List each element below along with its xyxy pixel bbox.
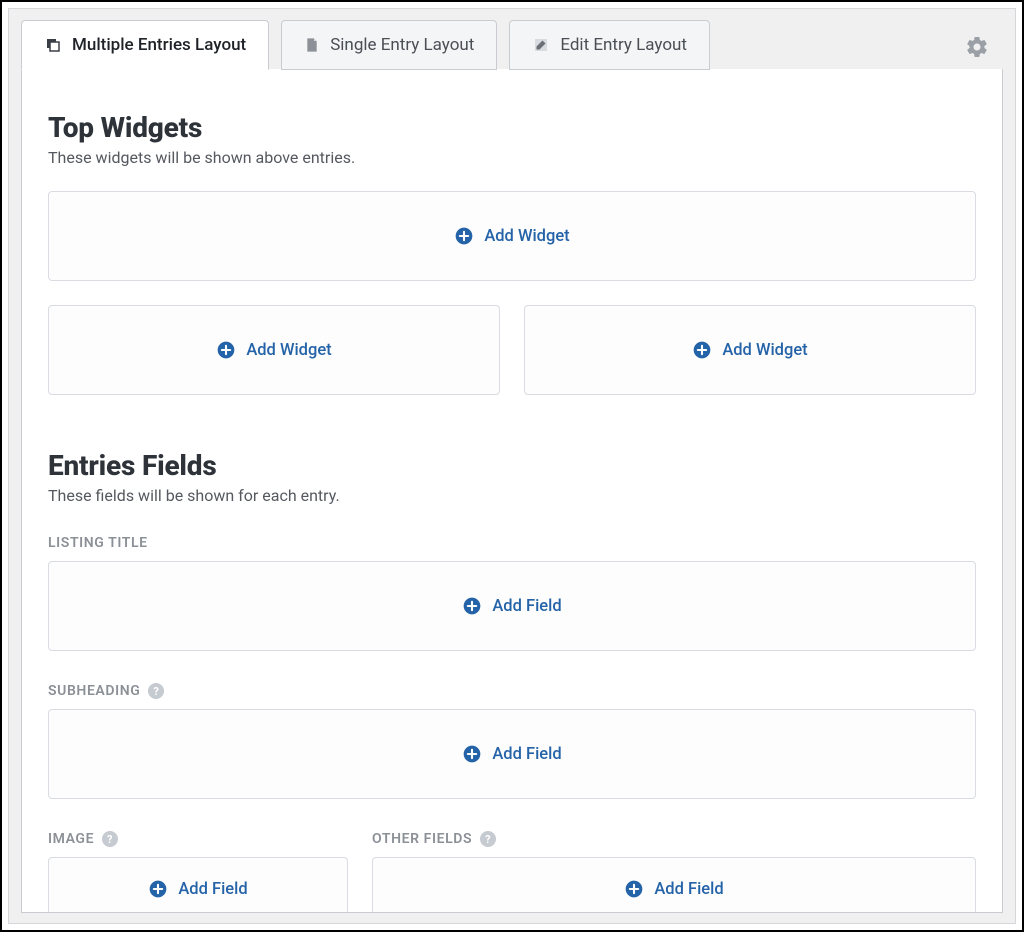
add-field-button[interactable]: Add Field	[462, 596, 561, 616]
plus-circle-icon	[462, 596, 482, 616]
plus-circle-icon	[624, 879, 644, 899]
layout-tabs: Multiple Entries Layout Single Entry Lay…	[9, 9, 1015, 69]
add-field-button[interactable]: Add Field	[624, 879, 723, 899]
listing-title-label: LISTING TITLE	[48, 535, 976, 551]
add-widget-label: Add Widget	[484, 227, 569, 246]
top-widgets-desc: These widgets will be shown above entrie…	[48, 148, 976, 167]
add-widget-button[interactable]: Add Widget	[454, 226, 569, 246]
help-icon[interactable]: ?	[480, 831, 496, 847]
add-widget-button[interactable]: Add Widget	[216, 340, 331, 360]
tab-label: Edit Entry Layout	[560, 35, 687, 55]
add-field-label: Add Field	[654, 880, 723, 899]
tab-single-entry[interactable]: Single Entry Layout	[281, 20, 497, 70]
image-label: IMAGE ?	[48, 831, 348, 847]
other-fields-label: OTHER FIELDS ?	[372, 831, 976, 847]
entries-fields-heading: Entries Fields	[48, 449, 976, 482]
top-widgets-heading: Top Widgets	[48, 111, 976, 144]
plus-circle-icon	[692, 340, 712, 360]
tab-content: Top Widgets These widgets will be shown …	[21, 69, 1003, 913]
image-zone[interactable]: Add Field	[48, 857, 348, 913]
add-field-label: Add Field	[492, 745, 561, 764]
subheading-zone[interactable]: Add Field	[48, 709, 976, 799]
help-icon[interactable]: ?	[148, 683, 164, 699]
add-field-label: Add Field	[492, 597, 561, 616]
listing-title-zone[interactable]: Add Field	[48, 561, 976, 651]
add-widget-button[interactable]: Add Widget	[692, 340, 807, 360]
add-field-button[interactable]: Add Field	[462, 744, 561, 764]
add-widget-label: Add Widget	[722, 341, 807, 360]
entries-fields-desc: These fields will be shown for each entr…	[48, 486, 976, 505]
layers-icon	[44, 36, 62, 54]
add-field-label: Add Field	[178, 880, 247, 899]
top-widgets-zone-left[interactable]: Add Widget	[48, 305, 500, 395]
plus-circle-icon	[454, 226, 474, 246]
top-widgets-zone-right[interactable]: Add Widget	[524, 305, 976, 395]
help-icon[interactable]: ?	[102, 831, 118, 847]
tab-label: Single Entry Layout	[330, 35, 474, 55]
settings-button[interactable]	[965, 35, 989, 63]
edit-icon	[532, 36, 550, 54]
tab-edit-entry[interactable]: Edit Entry Layout	[509, 20, 710, 70]
page-icon	[304, 36, 320, 54]
tab-multiple-entries[interactable]: Multiple Entries Layout	[21, 20, 269, 70]
plus-circle-icon	[462, 744, 482, 764]
add-widget-label: Add Widget	[246, 341, 331, 360]
plus-circle-icon	[216, 340, 236, 360]
subheading-label: SUBHEADING ?	[48, 683, 976, 699]
other-fields-zone[interactable]: Add Field	[372, 857, 976, 913]
top-widgets-zone-full[interactable]: Add Widget	[48, 191, 976, 281]
tab-label: Multiple Entries Layout	[72, 35, 246, 55]
plus-circle-icon	[148, 879, 168, 899]
add-field-button[interactable]: Add Field	[148, 879, 247, 899]
